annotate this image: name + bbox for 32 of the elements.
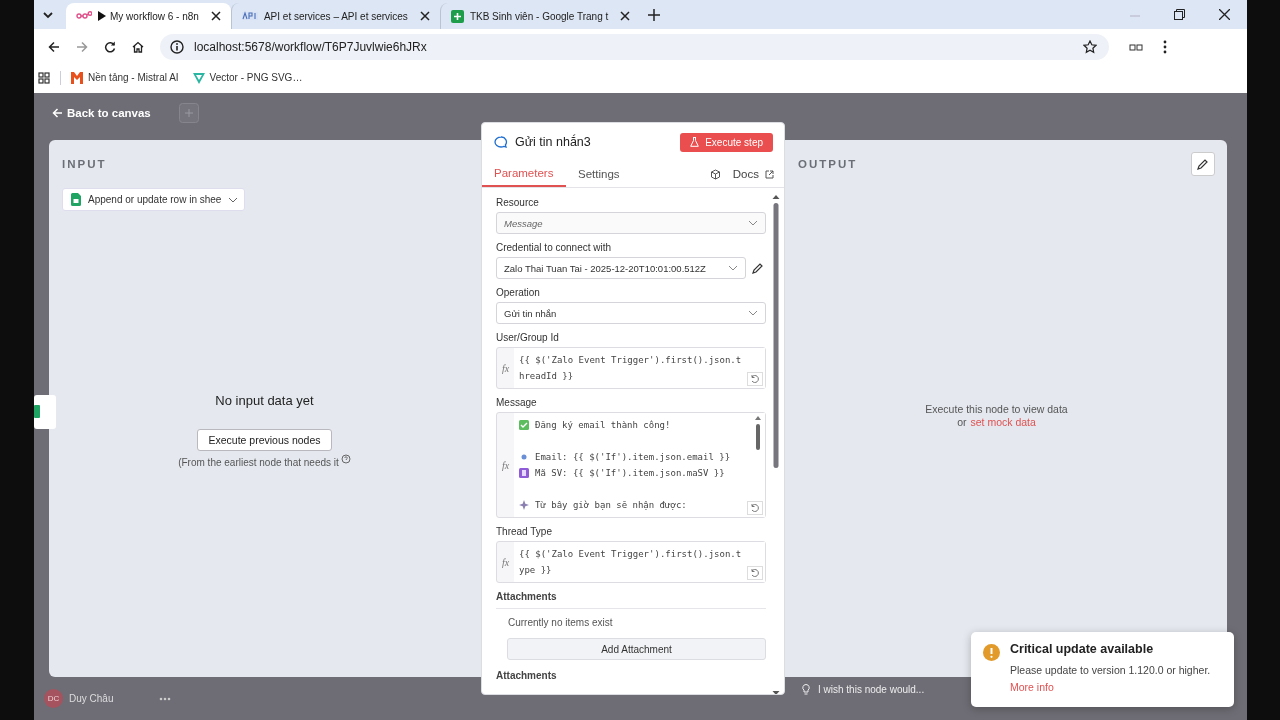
code-text: {{ $('Zalo Event Trigger').first().json.type }} xyxy=(519,549,742,575)
notification-title: Critical update available xyxy=(1010,642,1155,656)
or-text: or xyxy=(957,416,967,428)
field-label: Attachments xyxy=(496,591,558,602)
panel-heading: INPUT xyxy=(62,158,108,170)
fx-label: fx xyxy=(500,361,511,376)
empty-text: Currently no items exist xyxy=(507,617,614,628)
field-label: Operation xyxy=(496,287,541,298)
panel-heading: OUTPUT xyxy=(798,158,858,170)
user-name: Duy Châu xyxy=(69,693,115,704)
fx-label: fx xyxy=(500,458,511,473)
node-title: Gửi tin nhắn3 xyxy=(515,135,591,149)
field-label: Credential to connect with xyxy=(496,242,613,253)
hint-text: (From the earliest node that needs it xyxy=(178,457,339,468)
code-text: Từ bây giờ bạn sẽ nhận được: xyxy=(535,499,687,512)
field-label: Attachments xyxy=(496,670,558,681)
field-label: Message xyxy=(496,397,538,408)
empty-title: No input data yet xyxy=(215,393,314,408)
code-text: Email: {{ $('If').item.json.email }} xyxy=(535,451,731,464)
tab-title: API et services – API et services xyxy=(263,10,408,22)
tab-title: TKB Sinh viên - Google Trang t xyxy=(469,10,609,22)
field-label: User/Group Id xyxy=(496,332,560,343)
field-label: Resource xyxy=(496,197,540,208)
url-text: localhost:5678/workflow/T6P7Juvlwie6hJRx xyxy=(194,39,427,54)
empty-text: Execute this node to view data xyxy=(925,403,1068,415)
code-text: Đăng ký email thành công! xyxy=(535,419,671,432)
fx-label: fx xyxy=(500,555,511,570)
code-text: Mã SV: {{ $('If').item.json.maSV }} xyxy=(535,467,725,480)
field-label: Thread Type xyxy=(496,526,553,537)
notification-message: Please update to version 1.120.0 or higher. More info xyxy=(1010,663,1212,695)
tab-title: My workflow 6 - n8n xyxy=(110,10,199,22)
code-text: {{ $('Zalo Event Trigger').first().json.threadId }} xyxy=(519,355,742,381)
